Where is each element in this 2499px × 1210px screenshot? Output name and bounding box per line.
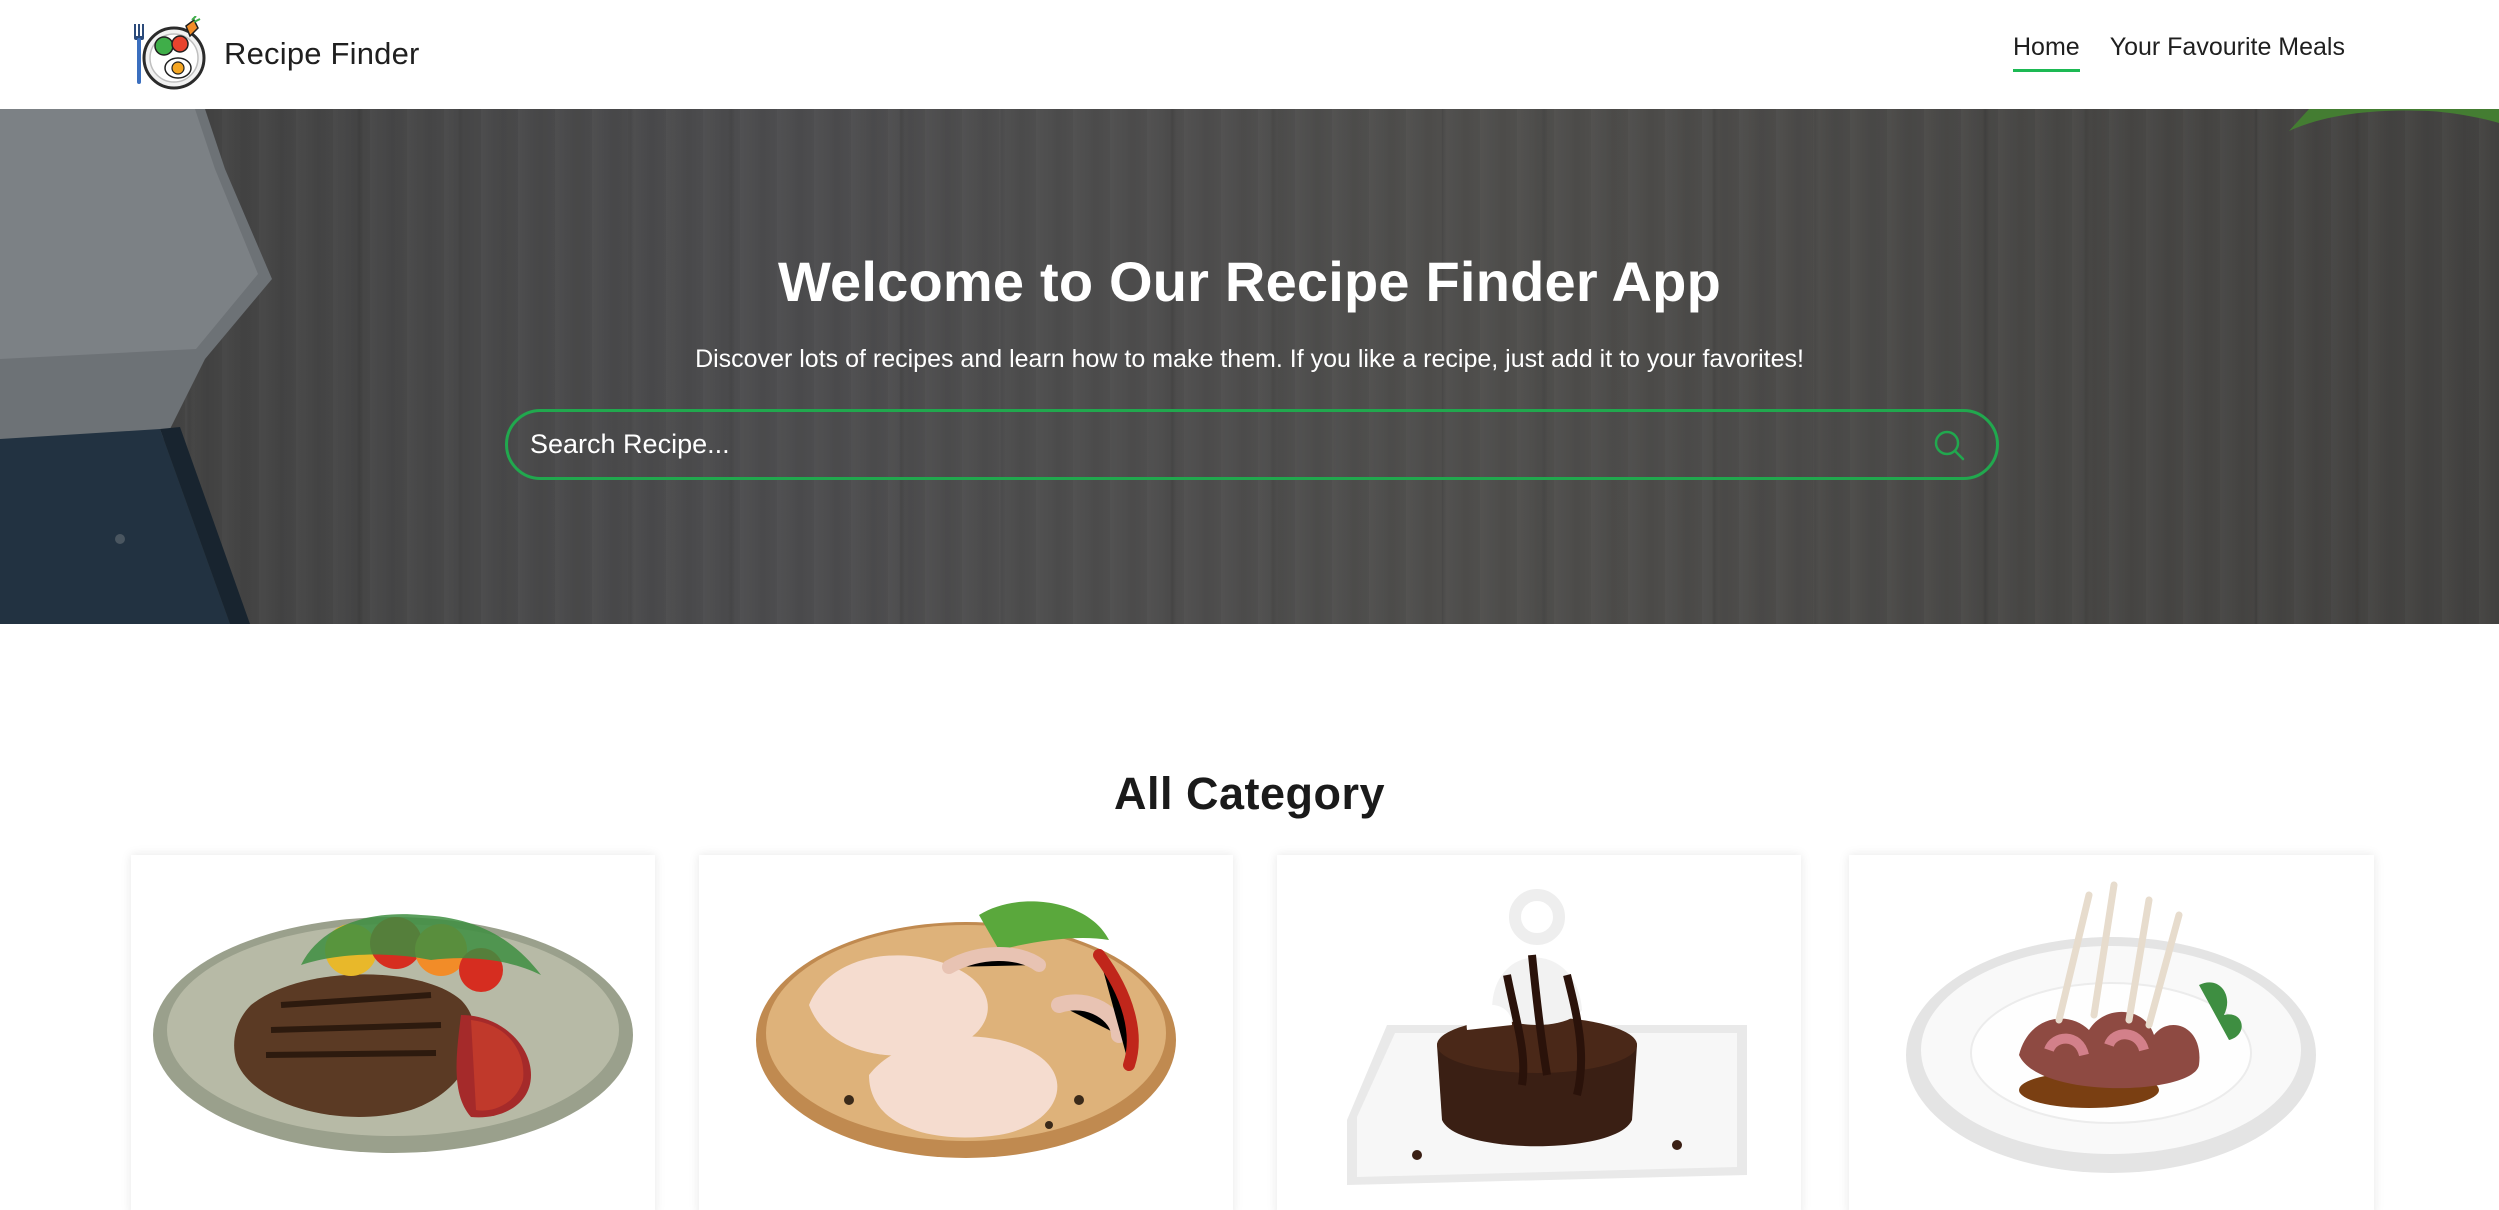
- hero-title: Welcome to Our Recipe Finder App: [778, 250, 1721, 313]
- lamb-chops-image: [1906, 881, 2316, 1173]
- hero-subtitle: Discover lots of recipes and learn how t…: [695, 345, 1804, 373]
- search-bar: [505, 409, 1999, 480]
- recipe-plate-logo-icon: [134, 16, 206, 90]
- category-card-dessert[interactable]: [1277, 855, 1801, 1210]
- brand-link[interactable]: Recipe Finder: [128, 16, 420, 92]
- hero-banner: Welcome to Our Recipe Finder App Discove…: [0, 109, 2499, 624]
- steak-plate-image: [153, 914, 633, 1153]
- category-section-title: All Category: [1113, 768, 1386, 819]
- category-card-steak[interactable]: [131, 855, 655, 1210]
- brand-name: Recipe Finder: [224, 36, 420, 71]
- category-card-lamb[interactable]: [1849, 855, 2374, 1210]
- nav-home-link[interactable]: Home: [2013, 33, 2080, 72]
- chocolate-cake-image: [1347, 889, 1747, 1185]
- search-input[interactable]: [530, 412, 1890, 477]
- nav-favourite-meals-link[interactable]: Your Favourite Meals: [2110, 33, 2345, 62]
- category-card-chicken[interactable]: [699, 855, 1233, 1210]
- main-nav: Home Your Favourite Meals: [2013, 33, 2345, 72]
- raw-chicken-image: [756, 901, 1176, 1158]
- navbar: Recipe Finder Home Your Favourite Meals: [0, 0, 2499, 109]
- search-icon[interactable]: [1932, 428, 1966, 462]
